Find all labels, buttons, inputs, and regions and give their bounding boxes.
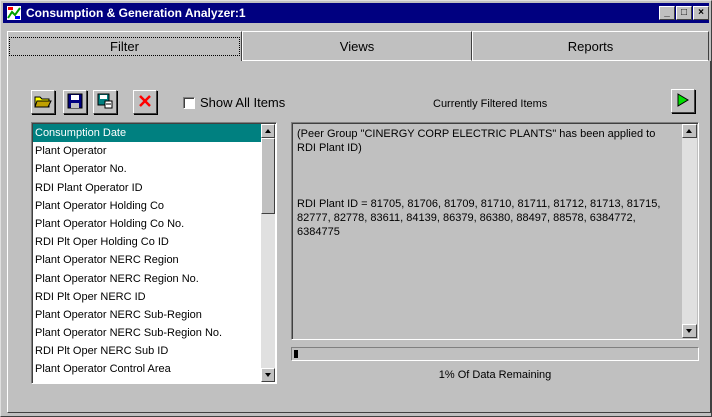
tab-views-label: Views	[339, 38, 375, 54]
save-icon	[67, 93, 83, 112]
list-item[interactable]: Plant Operator NERC Sub-Region	[33, 306, 262, 324]
list-item[interactable]: Consumption Date	[33, 124, 262, 143]
scroll-down-button[interactable]	[682, 324, 697, 338]
list-item[interactable]: Plant Operator	[33, 142, 262, 160]
window-title: Consumption & Generation Analyzer:1	[26, 6, 246, 20]
list-item[interactable]: Plant Operator Holding Co No.	[33, 215, 262, 233]
field-list-items: Consumption Date Plant Operator Plant Oper…	[33, 124, 262, 379]
save-as-button[interactable]	[93, 90, 117, 114]
arrow-up-icon	[265, 129, 271, 133]
app-window: Consumption & Generation Analyzer:1 _ □ …	[0, 0, 712, 417]
maximize-icon: □	[680, 7, 688, 18]
filtered-items-box: (Peer Group "CINERGY CORP ELECTRIC PLANT…	[291, 122, 699, 340]
tab-filter-label: Filter	[9, 37, 240, 56]
open-folder-icon	[34, 93, 52, 112]
list-item[interactable]: Plant Operator NERC Region No.	[33, 270, 262, 288]
filtered-items-scrollbar[interactable]	[682, 124, 697, 338]
scroll-thumb[interactable]	[261, 138, 275, 214]
minimize-icon: _	[664, 7, 670, 18]
minimize-button[interactable]: _	[659, 6, 675, 20]
show-all-items-checkbox[interactable]	[183, 96, 195, 109]
list-item[interactable]: RDI Plt Oper NERC Sub ID	[33, 342, 262, 360]
scroll-up-button[interactable]	[682, 124, 697, 138]
arrow-down-icon	[265, 373, 271, 377]
filtered-items-line: (Peer Group "CINERGY CORP ELECTRIC PLANT…	[297, 128, 656, 154]
show-all-items-label: Show All Items	[200, 95, 286, 110]
arrow-down-icon	[686, 329, 692, 333]
run-button[interactable]	[671, 89, 695, 113]
arrow-up-icon	[686, 129, 692, 133]
save-as-icon	[97, 93, 113, 112]
list-item[interactable]: Plant Operator No.	[33, 160, 262, 178]
close-icon: ×	[698, 7, 704, 18]
currently-filtered-heading: Currently Filtered Items	[433, 98, 548, 110]
list-item[interactable]: Plant Operator NERC Sub-Region No.	[33, 324, 262, 342]
scroll-up-button[interactable]	[261, 124, 275, 138]
tab-views[interactable]: Views	[242, 31, 472, 61]
delete-icon	[138, 94, 152, 111]
data-remaining-progress	[291, 347, 699, 361]
show-all-items-toggle[interactable]: Show All Items	[183, 95, 285, 110]
data-remaining-label: 1% Of Data Remaining	[438, 369, 552, 381]
app-icon	[6, 5, 22, 21]
progress-fill	[294, 350, 299, 358]
list-item[interactable]: Plant Operator NERC Region	[33, 251, 262, 269]
tab-strip: Filter Views Reports	[7, 31, 712, 61]
delete-button[interactable]	[133, 90, 157, 114]
filtered-items-text: (Peer Group "CINERGY CORP ELECTRIC PLANT…	[297, 127, 677, 281]
tab-filter[interactable]: Filter	[7, 31, 242, 61]
list-item[interactable]: Plant Operator Holding Co	[33, 197, 262, 215]
list-item[interactable]: RDI Plt Oper Holding Co ID	[33, 233, 262, 251]
field-list-scrollbar[interactable]	[261, 124, 275, 382]
tab-reports-label: Reports	[567, 38, 614, 54]
save-button[interactable]	[63, 90, 87, 114]
tab-reports[interactable]: Reports	[472, 31, 709, 61]
title-bar[interactable]: Consumption & Generation Analyzer:1 _ □ …	[3, 3, 709, 23]
maximize-button[interactable]: □	[676, 6, 692, 20]
field-list[interactable]: Consumption Date Plant Operator Plant Oper…	[31, 122, 277, 384]
list-item[interactable]: RDI Plt Oper NERC ID	[33, 288, 262, 306]
close-button[interactable]: ×	[693, 6, 709, 20]
scroll-down-button[interactable]	[261, 368, 275, 382]
play-icon	[677, 92, 689, 110]
list-item[interactable]: Plant Operator Control Area	[33, 360, 262, 378]
list-item[interactable]: RDI Plant Operator ID	[33, 179, 262, 197]
filtered-items-line: RDI Plant ID = 81705, 81706, 81709, 8171…	[297, 198, 661, 238]
open-button[interactable]	[31, 90, 55, 114]
